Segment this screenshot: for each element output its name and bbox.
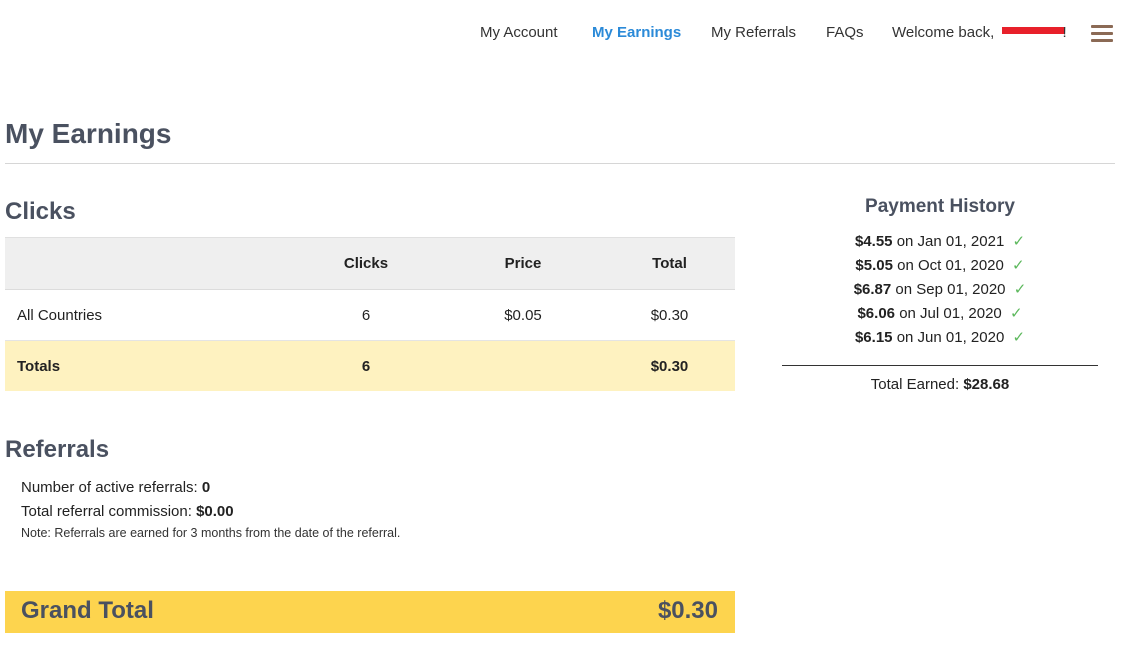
referral-commission: Total referral commission: $0.00: [21, 503, 234, 520]
totals-price: [442, 340, 604, 391]
nav-my-earnings[interactable]: My Earnings: [592, 24, 681, 41]
payment-amount: $5.05: [855, 257, 893, 274]
active-referrals-label: Number of active referrals:: [21, 479, 198, 496]
totals-row: Totals 6 $0.30: [5, 340, 735, 391]
referral-commission-value: $0.00: [196, 503, 234, 520]
check-icon: ✓: [1013, 281, 1027, 298]
nav-faqs[interactable]: FAQs: [826, 24, 864, 41]
column-header-clicks: Clicks: [290, 237, 442, 290]
payment-amount: $4.55: [854, 233, 893, 250]
payment-history-list: $4.55 on Jan 01, 2021 ✓ $5.05 on Oct 01,…: [782, 230, 1098, 350]
row-country: All Countries: [5, 289, 290, 341]
total-earned-label: Total Earned:: [870, 376, 960, 393]
referrals-heading: Referrals: [5, 436, 110, 463]
row-price: $0.05: [442, 289, 604, 341]
column-header-name: [5, 237, 290, 290]
grand-total-label: Grand Total: [21, 597, 154, 624]
referral-note: Note: Referrals are earned for 3 months …: [21, 526, 401, 540]
column-header-price: Price: [442, 237, 604, 290]
nav-my-account[interactable]: My Account: [480, 24, 558, 41]
payment-amount: $6.15: [854, 329, 893, 346]
row-clicks: 6: [290, 289, 442, 341]
clicks-table: Clicks Price Total All Countries 6 $0.05…: [5, 237, 735, 391]
payment-history: Payment History $4.55 on Jan 01, 2021 ✓ …: [782, 196, 1098, 350]
referral-commission-label: Total referral commission:: [21, 503, 192, 520]
payment-entry: $4.55 on Jan 01, 2021 ✓: [782, 230, 1098, 254]
check-icon: ✓: [1012, 329, 1026, 346]
grand-total-bar: Grand Total $0.30: [5, 591, 735, 633]
payment-amount: $6.06: [857, 305, 896, 322]
totals-clicks: 6: [290, 340, 442, 391]
payment-entry: $5.05 on Oct 01, 2020 ✓: [782, 254, 1098, 278]
payment-history-divider: [782, 365, 1098, 366]
payment-amount: $6.87: [853, 281, 892, 298]
active-referrals: Number of active referrals: 0: [21, 479, 210, 496]
grand-total-value: $0.30: [657, 597, 718, 624]
clicks-table-header: Clicks Price Total: [5, 237, 735, 290]
payment-history-title: Payment History: [865, 196, 1015, 217]
check-icon: ✓: [1012, 257, 1025, 274]
check-icon: ✓: [1009, 305, 1023, 322]
top-nav: My Account My Earnings My Referrals FAQs…: [0, 22, 1127, 46]
total-earned: Total Earned: $28.68: [782, 376, 1098, 393]
title-divider: [5, 163, 1115, 164]
redaction-mark: [1002, 27, 1064, 34]
table-row: All Countries 6 $0.05 $0.30: [5, 289, 735, 341]
payment-entry: $6.06 on Jul 01, 2020 ✓: [782, 302, 1098, 326]
payment-date: on Sep 01, 2020: [895, 281, 1006, 298]
payment-entry: $6.15 on Jun 01, 2020 ✓: [782, 326, 1098, 350]
totals-label: Totals: [5, 340, 290, 391]
column-header-total: Total: [604, 237, 735, 290]
total-earned-value: $28.68: [963, 376, 1010, 393]
active-referrals-value: 0: [201, 479, 211, 496]
page-title: My Earnings: [5, 118, 172, 149]
totals-total: $0.30: [604, 340, 735, 391]
clicks-heading: Clicks: [5, 198, 76, 225]
payment-date: on Oct 01, 2020: [897, 257, 1004, 274]
nav-my-referrals[interactable]: My Referrals: [711, 24, 796, 41]
payment-date: on Jan 01, 2021: [896, 233, 1005, 250]
welcome-prefix: Welcome back,: [892, 24, 999, 41]
check-icon: ✓: [1012, 233, 1026, 250]
payment-date: on Jun 01, 2020: [896, 329, 1005, 346]
hamburger-menu-icon[interactable]: [1091, 23, 1113, 45]
payment-entry: $6.87 on Sep 01, 2020 ✓: [782, 278, 1098, 302]
payment-date: on Jul 01, 2020: [899, 305, 1002, 322]
row-total: $0.30: [604, 289, 735, 341]
